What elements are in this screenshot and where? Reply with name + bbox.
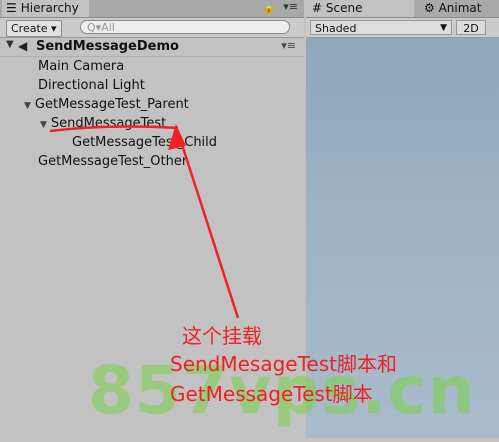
hierarchy-item[interactable]: Directional Light bbox=[38, 78, 145, 93]
lock-icon[interactable]: 🔒 bbox=[262, 1, 276, 14]
expand-triangle-icon[interactable]: ▼ bbox=[40, 120, 47, 130]
unity-scene-icon: ◀ bbox=[18, 39, 28, 53]
hierarchy-tab-bar: ☰ Hierarchy 🔒 ▾≡ bbox=[0, 0, 304, 18]
list-icon: ☰ bbox=[6, 1, 17, 15]
expand-triangle-icon[interactable]: ▼ bbox=[24, 101, 31, 111]
animator-icon: ⚙ bbox=[424, 1, 439, 15]
scene-tab-bar: # Scene ⚙ Animat bbox=[306, 0, 499, 18]
panel-menu-icon[interactable]: ▾≡ bbox=[283, 0, 298, 13]
item-label: GetMessageTest_Child bbox=[72, 135, 218, 150]
hierarchy-toolbar: Create ▾ Q▾All bbox=[0, 18, 304, 38]
tab-scene[interactable]: # Scene bbox=[306, 0, 414, 17]
item-label: SendMessageTest bbox=[50, 116, 167, 131]
item-label: Directional Light bbox=[38, 78, 145, 93]
tab-animator-label: Animat bbox=[438, 1, 482, 15]
shading-mode-dropdown[interactable]: Shaded ▼ bbox=[310, 20, 452, 35]
hierarchy-item[interactable]: GetMessageTest_Child bbox=[72, 135, 217, 150]
item-label: GetMessageTest_Other bbox=[38, 154, 188, 169]
hierarchy-item[interactable]: Main Camera bbox=[38, 59, 124, 74]
item-label: GetMessageTest_Parent bbox=[34, 97, 189, 112]
scene-toolbar: Shaded ▼ 2D bbox=[306, 18, 499, 38]
hierarchy-tab[interactable]: ☰ Hierarchy bbox=[2, 0, 89, 17]
scene-menu-icon[interactable]: ▾≡ bbox=[281, 39, 296, 52]
expand-triangle-icon[interactable]: ▼ bbox=[6, 39, 14, 50]
hierarchy-item[interactable]: GetMessageTest_Other bbox=[38, 154, 187, 169]
tab-animator[interactable]: ⚙ Animat bbox=[418, 0, 499, 17]
scene-root-row[interactable]: ▼ ◀ SendMessageDemo ▾≡ bbox=[0, 38, 304, 57]
hierarchy-item-selected[interactable]: ▼ SendMessageTest bbox=[40, 116, 166, 131]
hierarchy-item[interactable]: ▼ GetMessageTest_Parent bbox=[24, 97, 189, 112]
create-button[interactable]: Create ▾ bbox=[6, 20, 62, 37]
shading-mode-value: Shaded bbox=[315, 22, 357, 35]
hierarchy-tab-label: Hierarchy bbox=[20, 1, 79, 15]
hierarchy-panel: ☰ Hierarchy 🔒 ▾≡ Create ▾ Q▾All ▼ ◀ Send… bbox=[0, 0, 304, 438]
scene-panel: # Scene ⚙ Animat Shaded ▼ 2D bbox=[306, 0, 499, 438]
item-label: Main Camera bbox=[38, 59, 125, 74]
scene-viewport[interactable] bbox=[306, 38, 499, 438]
2d-toggle-button[interactable]: 2D bbox=[456, 20, 486, 35]
scene-name: SendMessageDemo bbox=[36, 39, 179, 54]
chevron-down-icon: ▼ bbox=[440, 23, 447, 33]
search-input[interactable]: Q▾All bbox=[80, 20, 290, 34]
